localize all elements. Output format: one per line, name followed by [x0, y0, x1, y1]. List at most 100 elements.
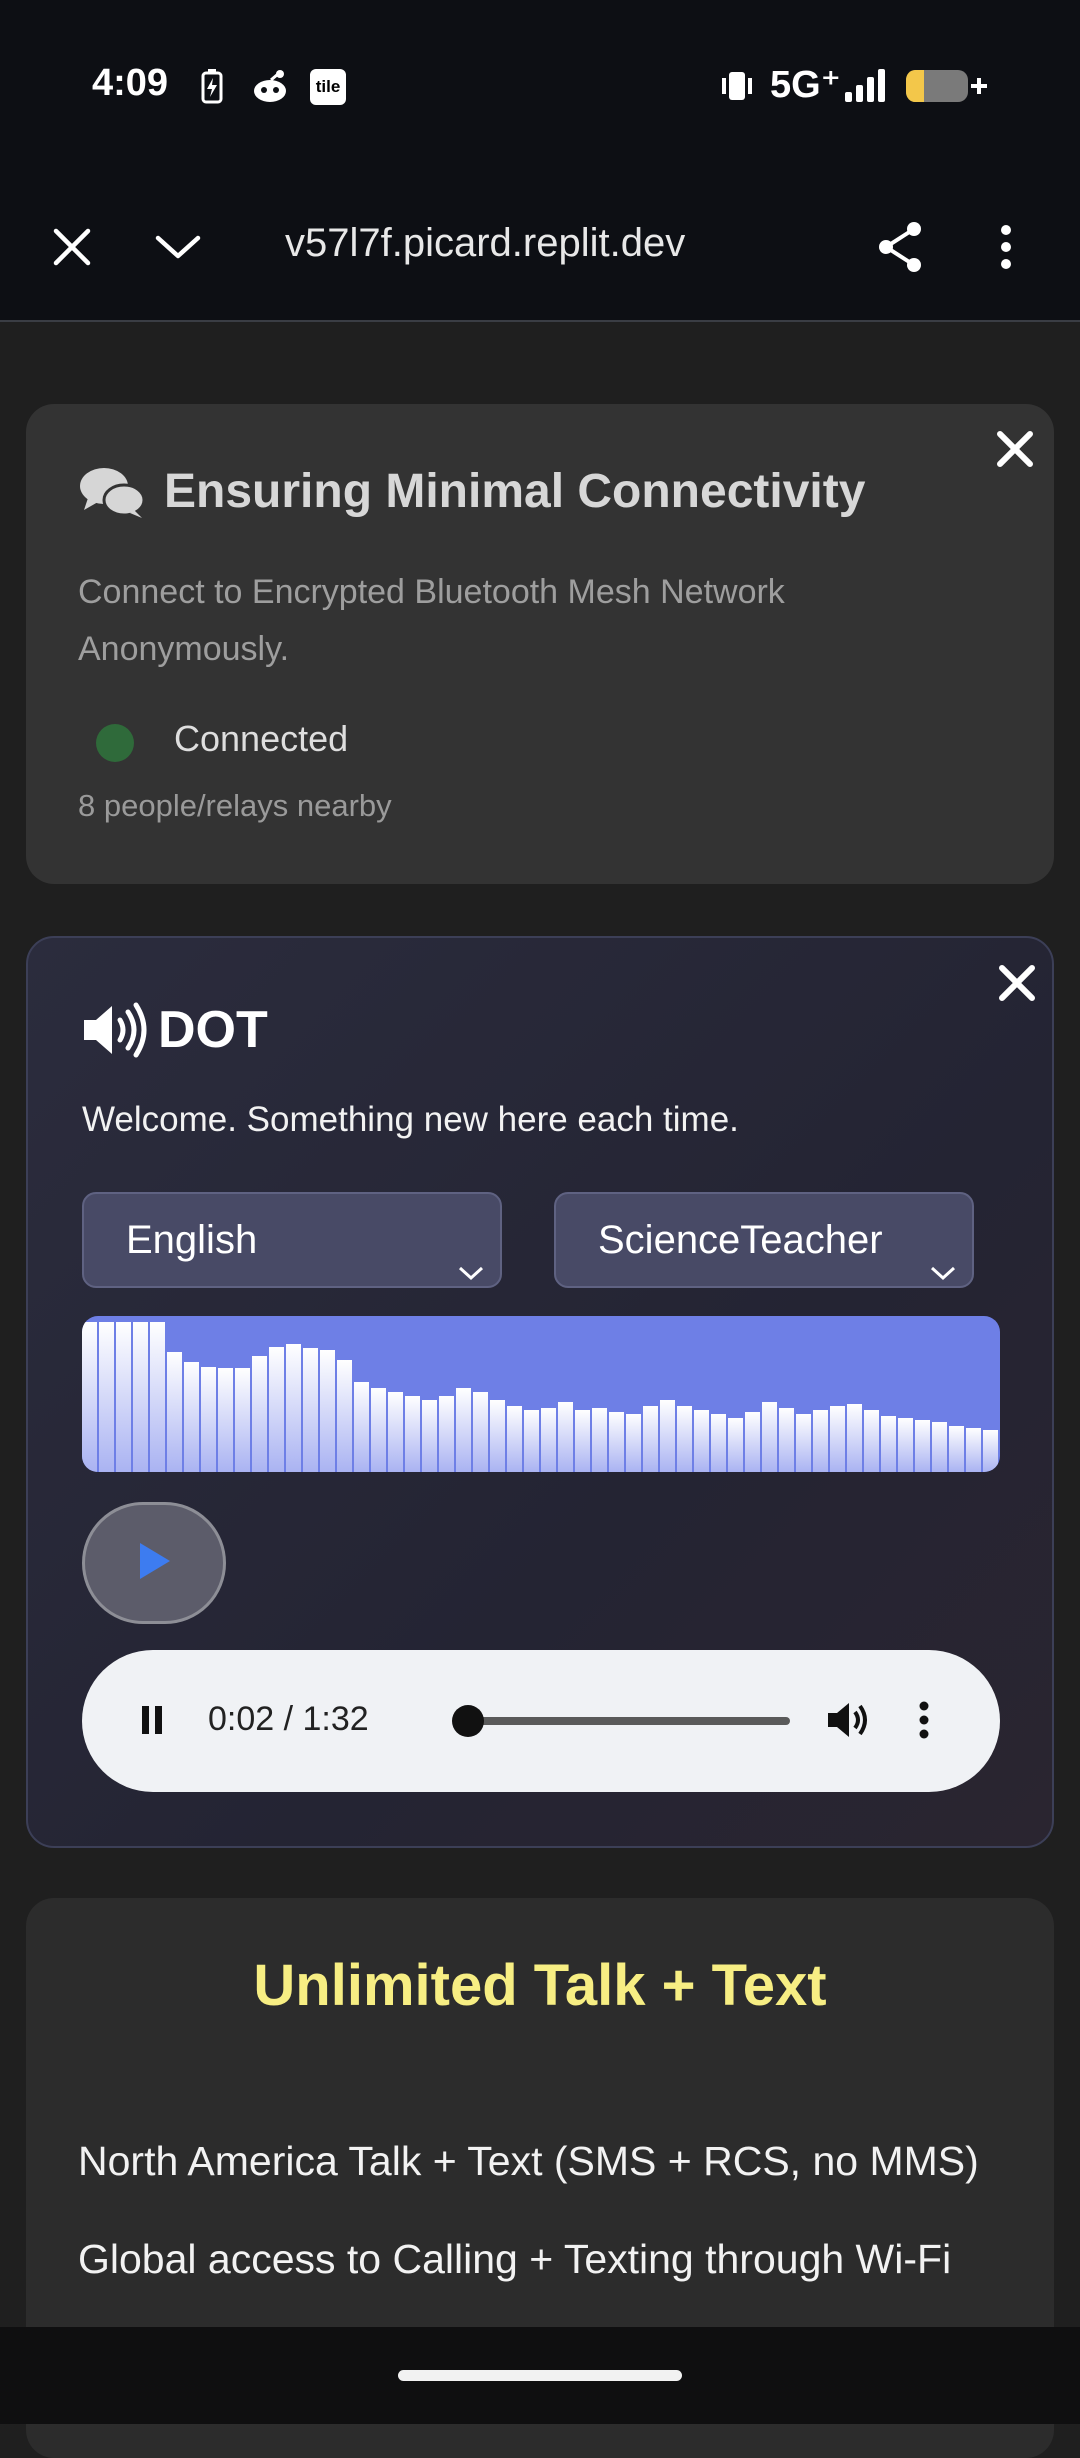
reddit-icon	[250, 68, 290, 109]
seek-bar[interactable]	[454, 1717, 790, 1725]
persona-select-value: ScienceTeacher	[598, 1218, 883, 1262]
navigation-bar	[0, 2327, 1080, 2424]
volume-icon[interactable]	[824, 1698, 872, 1747]
chevron-down-icon[interactable]	[146, 215, 210, 279]
wave-bar	[898, 1418, 913, 1472]
wave-bar	[660, 1400, 675, 1472]
close-card-button[interactable]	[990, 956, 1044, 1010]
signal-icon	[845, 68, 889, 109]
share-icon[interactable]	[868, 215, 932, 279]
wave-bar	[82, 1322, 97, 1472]
seek-handle[interactable]	[452, 1705, 484, 1737]
wave-bar	[592, 1408, 607, 1472]
volume-high-icon	[82, 1002, 152, 1063]
more-vert-icon[interactable]	[974, 215, 1038, 279]
wave-bar	[677, 1406, 692, 1472]
wave-bar	[439, 1396, 454, 1472]
tile-icon: tile	[310, 69, 346, 105]
url-field[interactable]: v57l7f.picard.replit.dev	[285, 221, 685, 266]
close-card-button[interactable]	[988, 422, 1042, 476]
wave-bar	[643, 1406, 658, 1472]
wave-bar	[575, 1410, 590, 1472]
wave-bar	[745, 1412, 760, 1472]
wave-bar	[558, 1402, 573, 1472]
pause-icon[interactable]	[134, 1700, 170, 1745]
plan-feature: Global access to Calling + Texting throu…	[78, 2236, 952, 2282]
wave-bar	[864, 1410, 879, 1472]
audio-visualizer	[82, 1316, 1000, 1472]
wave-bar	[796, 1414, 811, 1472]
wave-bar	[201, 1367, 216, 1472]
battery-charging-icon	[200, 68, 224, 109]
audio-player: 0:02 / 1:32	[82, 1650, 1000, 1792]
status-bar: 4:09 tile 5G⁺	[0, 0, 1080, 175]
wave-bar	[133, 1322, 148, 1472]
card-description: Connect to Encrypted Bluetooth Mesh Netw…	[78, 573, 785, 668]
wave-bar	[881, 1416, 896, 1472]
nearby-count: 8 people/relays nearby	[78, 788, 392, 823]
wave-bar	[541, 1408, 556, 1472]
wave-bar	[966, 1428, 981, 1472]
wave-bar	[337, 1360, 352, 1472]
wave-bar	[711, 1414, 726, 1472]
card-title: Ensuring Minimal Connectivity	[164, 465, 866, 518]
clock: 4:09	[92, 62, 169, 104]
wave-bar	[218, 1368, 233, 1472]
plan-feature: North America Talk + Text (SMS + RCS, no…	[78, 2138, 979, 2184]
wave-bar	[235, 1368, 250, 1472]
wave-bar	[150, 1322, 165, 1472]
wave-bar	[116, 1322, 131, 1472]
vibrate-icon	[720, 68, 754, 109]
card-title: DOT	[158, 1001, 268, 1059]
wave-bar	[252, 1356, 267, 1472]
wave-bar	[626, 1414, 641, 1472]
chevron-down-icon	[928, 1224, 958, 1316]
wave-bar	[847, 1404, 862, 1472]
wave-bar	[490, 1400, 505, 1472]
wave-bar	[524, 1410, 539, 1472]
wave-bar	[779, 1408, 794, 1472]
wave-bar	[762, 1402, 777, 1472]
wave-bar	[184, 1362, 199, 1472]
network-type: 5G⁺	[770, 64, 841, 106]
time-readout: 0:02 / 1:32	[208, 1700, 369, 1738]
chevron-down-icon	[456, 1224, 486, 1316]
home-indicator[interactable]	[398, 2370, 682, 2381]
wave-bar	[456, 1388, 471, 1472]
wave-bar	[728, 1418, 743, 1472]
wave-bar	[388, 1392, 403, 1472]
plan-title: Unlimited Talk + Text	[253, 1953, 827, 2018]
connection-status: Connected	[174, 718, 349, 759]
wave-bar	[422, 1400, 437, 1472]
browser-toolbar: v57l7f.picard.replit.dev	[0, 175, 1080, 322]
play-button[interactable]	[82, 1502, 226, 1624]
wave-bar	[99, 1322, 114, 1472]
chat-bubbles-icon	[78, 464, 148, 525]
wave-bar	[949, 1426, 964, 1472]
wave-bar	[813, 1410, 828, 1472]
language-select-value: English	[126, 1218, 258, 1262]
wave-bar	[371, 1388, 386, 1472]
connectivity-card: Ensuring Minimal Connectivity Connect to…	[26, 404, 1054, 884]
wave-bar	[286, 1344, 301, 1472]
wave-bar	[473, 1392, 488, 1472]
welcome-text: Welcome. Something new here each time.	[82, 1100, 739, 1139]
more-vert-icon[interactable]	[918, 1698, 930, 1747]
wave-bar	[694, 1410, 709, 1472]
language-select[interactable]: English	[82, 1192, 502, 1288]
wave-bar	[830, 1406, 845, 1472]
dot-card: DOT Welcome. Something new here each tim…	[26, 936, 1054, 1848]
connection-status-indicator	[96, 724, 134, 762]
persona-select[interactable]: ScienceTeacher	[554, 1192, 974, 1288]
wave-bar	[507, 1406, 522, 1472]
battery-icon	[905, 68, 989, 109]
wave-bar	[405, 1396, 420, 1472]
wave-bar	[354, 1382, 369, 1472]
wave-bar	[932, 1422, 947, 1472]
wave-bar	[167, 1352, 182, 1472]
wave-bar	[303, 1348, 318, 1472]
wave-bar	[983, 1430, 998, 1472]
close-icon[interactable]	[40, 215, 104, 279]
wave-bar	[320, 1350, 335, 1472]
wave-bar	[269, 1347, 284, 1472]
